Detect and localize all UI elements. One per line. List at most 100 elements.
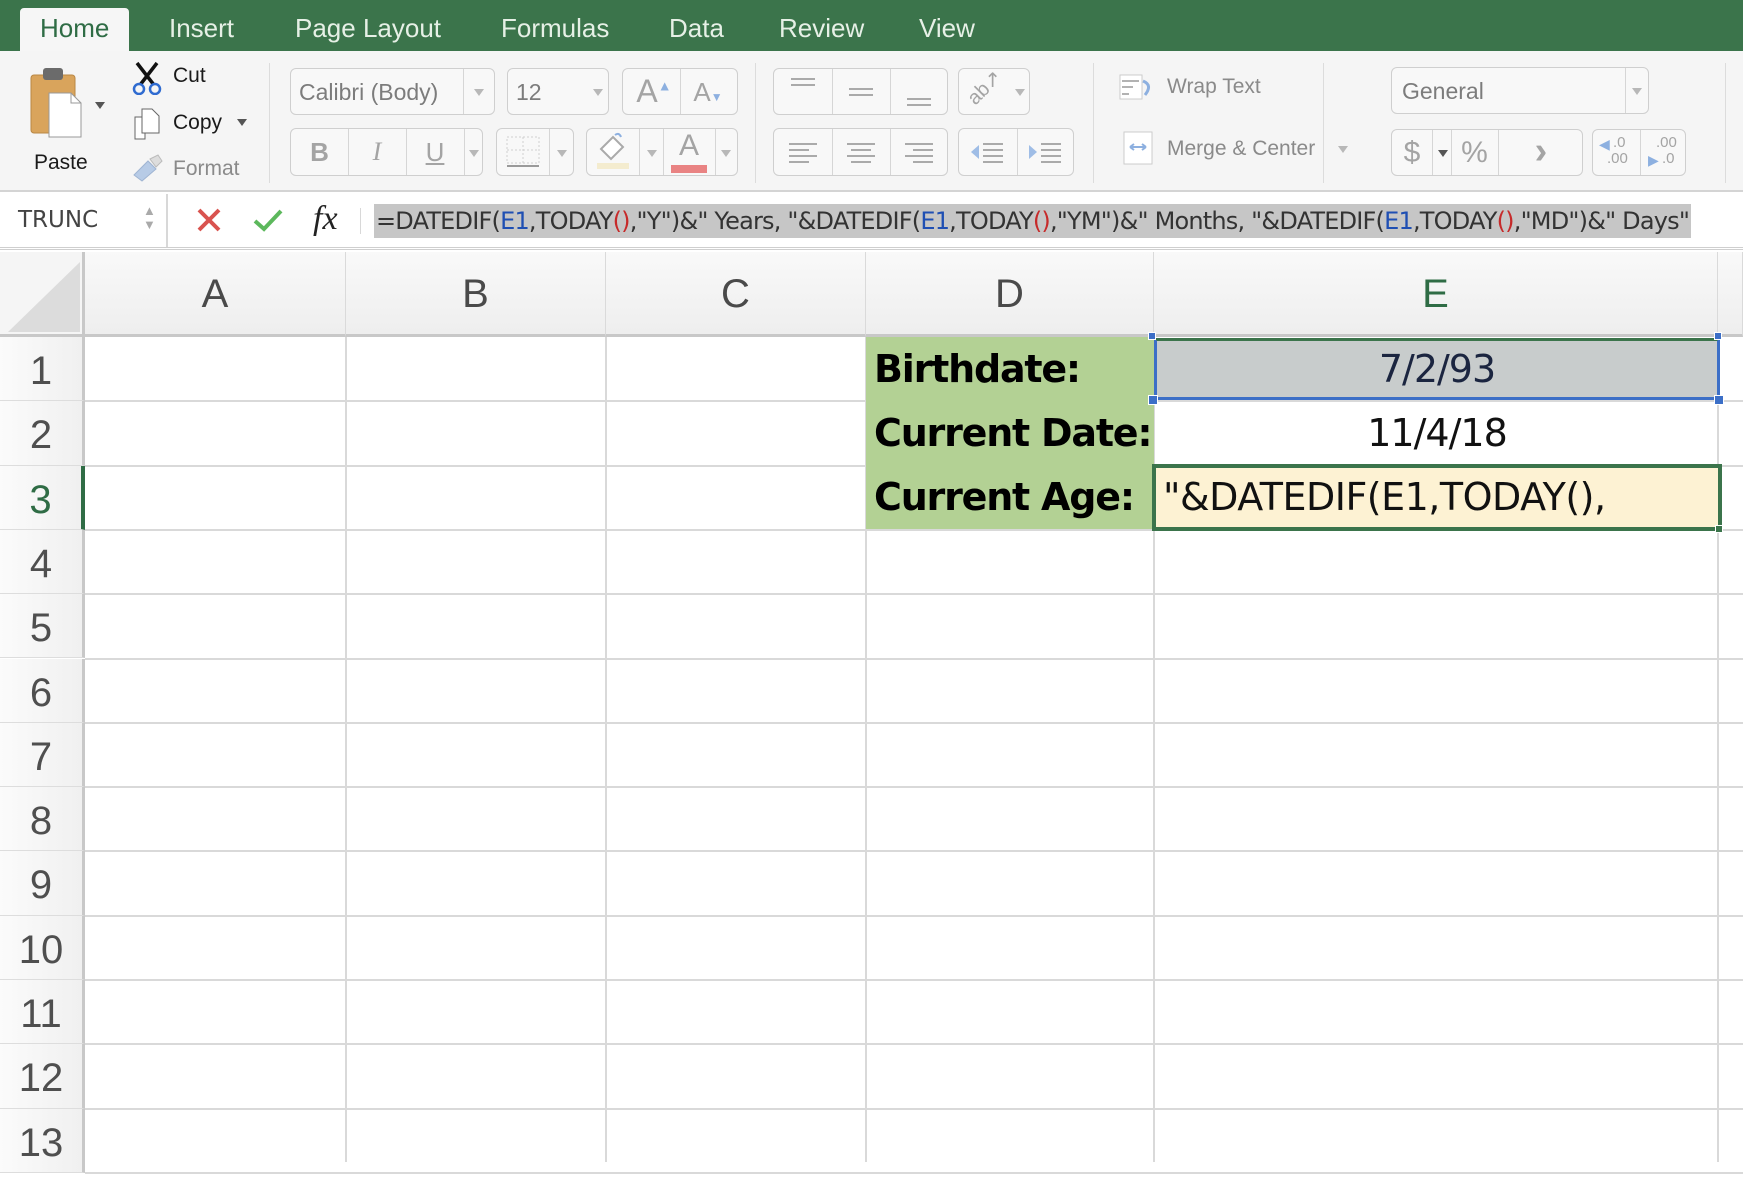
decrease-indent-icon[interactable]: [959, 129, 1017, 175]
row-header-12[interactable]: 12: [0, 1044, 85, 1109]
font-name-dropdown[interactable]: Calibri (Body): [290, 68, 495, 115]
currency-dropdown-caret[interactable]: [1438, 150, 1448, 157]
decimal-label: .00: [1656, 134, 1677, 151]
increase-decimal-button[interactable]: ◀ .0 .00: [1593, 130, 1640, 175]
percent-button[interactable]: %: [1451, 136, 1498, 170]
formula-text-segment: =DATEDIF(: [376, 207, 501, 235]
fill-handle[interactable]: [1715, 525, 1723, 533]
segment-divider: [639, 129, 640, 175]
borders-button[interactable]: [496, 128, 574, 176]
row-header-1[interactable]: 1: [0, 337, 85, 402]
paste-button[interactable]: Paste: [22, 65, 105, 174]
cut-button[interactable]: Cut: [173, 64, 206, 88]
formula-text-segment: ,"MD")&" Days": [1513, 207, 1690, 235]
paste-dropdown-caret[interactable]: [95, 102, 105, 109]
row-header-3[interactable]: 3: [0, 465, 85, 530]
copy-icon: [134, 108, 160, 140]
row-header-5[interactable]: 5: [0, 594, 85, 659]
orientation-button[interactable]: ab↗: [958, 66, 1030, 115]
font-size-dropdown[interactable]: 12: [507, 68, 609, 115]
row-header-9[interactable]: 9: [0, 851, 85, 916]
wrap-text-button[interactable]: Wrap Text: [1115, 69, 1295, 109]
tab-page-layout[interactable]: Page Layout: [275, 8, 461, 51]
formula-cell-reference: E1: [500, 207, 530, 235]
name-box[interactable]: TRUNC ▲ ▼: [0, 194, 168, 247]
align-bottom-icon[interactable]: [890, 69, 948, 114]
decrease-font-icon: A: [693, 77, 711, 107]
align-center-icon[interactable]: [832, 129, 890, 175]
font-color-button[interactable]: A: [667, 129, 711, 163]
formula-input[interactable]: =DATEDIF(E1,TODAY(),"Y")&" Years, "&DATE…: [374, 204, 1692, 238]
bold-button[interactable]: B: [291, 137, 348, 168]
fill-color-dropdown-caret[interactable]: [647, 150, 657, 157]
underline-button[interactable]: U: [406, 137, 464, 168]
row-gridline: [85, 1107, 1743, 1110]
range-handle[interactable]: [1148, 332, 1156, 340]
row-header-4[interactable]: 4: [0, 529, 85, 595]
format-painter-button[interactable]: Format: [173, 157, 240, 181]
italic-button[interactable]: I: [348, 137, 406, 167]
column-header-b[interactable]: B: [346, 252, 606, 337]
copy-dropdown-caret[interactable]: [237, 119, 247, 126]
fill-color-icon[interactable]: [593, 131, 633, 171]
column-header-next[interactable]: [1718, 252, 1743, 337]
currency-button[interactable]: $: [1392, 136, 1432, 170]
ribbon-divider: [1323, 63, 1324, 183]
select-all-button[interactable]: [0, 252, 85, 337]
segment-divider: [549, 129, 550, 175]
ribbon-divider: [1725, 63, 1726, 183]
formula-parentheses: (): [1496, 207, 1515, 235]
underline-dropdown-caret[interactable]: [469, 150, 479, 157]
cell-D3[interactable]: Current Age:: [866, 465, 1154, 529]
tab-review[interactable]: Review: [759, 8, 884, 51]
cell-E3-editing[interactable]: "&DATEDIF(E1,TODAY(),: [1152, 464, 1722, 531]
ribbon-tab-bar: Home Insert Page Layout Formulas Data Re…: [0, 0, 1743, 51]
merge-center-icon: [1123, 131, 1153, 165]
row-header-2[interactable]: 2: [0, 401, 85, 466]
row-header-8[interactable]: 8: [0, 787, 85, 852]
merge-center-label: Merge & Center: [1167, 137, 1316, 160]
comma-style-button[interactable]: ›: [1498, 130, 1584, 173]
chevron-down-icon: [474, 89, 484, 96]
merge-center-button[interactable]: Merge & Center: [1115, 127, 1355, 171]
decrease-decimal-button[interactable]: .00 ▶ .0: [1640, 130, 1687, 175]
tab-insert[interactable]: Insert: [149, 8, 254, 51]
row-header-13[interactable]: 13: [0, 1108, 85, 1173]
cell-D2[interactable]: Current Date:: [866, 401, 1166, 465]
row-header-10[interactable]: 10: [0, 915, 85, 980]
name-box-value: TRUNC: [18, 207, 99, 233]
tab-data[interactable]: Data: [649, 8, 744, 51]
column-header-c[interactable]: C: [606, 252, 866, 337]
formula-text-segment: ,"Y")&" Years, "&DATEDIF(: [629, 207, 921, 235]
decrease-font-size-button[interactable]: A▼: [683, 77, 733, 108]
row-header-7[interactable]: 7: [0, 722, 85, 788]
copy-button[interactable]: Copy: [173, 111, 222, 135]
cancel-icon[interactable]: [195, 206, 223, 234]
number-format-dropdown[interactable]: General: [1391, 67, 1649, 114]
range-handle[interactable]: [1714, 332, 1722, 340]
paste-label: Paste: [34, 151, 88, 174]
column-header-d[interactable]: D: [866, 252, 1154, 337]
column-header-a[interactable]: A: [85, 252, 346, 337]
cell-E1[interactable]: 7/2/93: [1154, 338, 1720, 400]
increase-font-size-button[interactable]: A▲: [629, 73, 679, 110]
row-header-6[interactable]: 6: [0, 658, 85, 723]
align-top-icon[interactable]: [774, 69, 832, 114]
column-header-e[interactable]: E: [1154, 252, 1718, 337]
spreadsheet-grid: ABCDE 1 2 3 4 5 6 7 8 9 10 11 12 13 Birthdate: Curre…: [0, 252, 1743, 1174]
tab-view[interactable]: View: [899, 8, 995, 51]
align-middle-icon[interactable]: [832, 69, 890, 114]
font-color-swatch: [671, 165, 707, 173]
tab-home[interactable]: Home: [20, 8, 130, 51]
tab-formulas[interactable]: Formulas: [481, 8, 629, 51]
row-header-11[interactable]: 11: [0, 980, 85, 1045]
name-box-stepper[interactable]: ▲ ▼: [143, 204, 156, 232]
increase-indent-icon[interactable]: [1017, 129, 1075, 175]
enter-checkmark-icon[interactable]: [252, 206, 284, 234]
align-left-icon[interactable]: [774, 129, 832, 175]
align-right-icon[interactable]: [890, 129, 948, 175]
insert-function-button[interactable]: fx: [313, 200, 338, 238]
cell-E2[interactable]: 11/4/18: [1154, 402, 1720, 464]
cell-D1[interactable]: Birthdate:: [866, 337, 1154, 401]
font-color-dropdown-caret[interactable]: [721, 150, 731, 157]
